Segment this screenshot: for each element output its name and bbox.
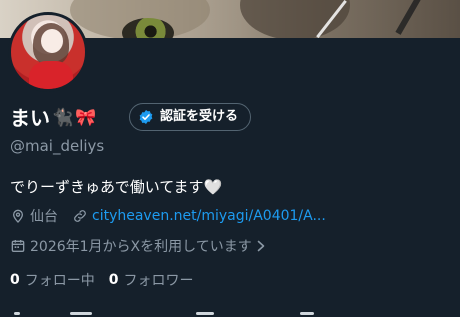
location-pin-icon [12, 209, 24, 223]
user-handle: @mai_deliys [10, 137, 105, 155]
cat-emoji-icon: 🐈‍⬛ [52, 108, 74, 128]
chevron-right-icon [257, 240, 265, 252]
following-label: フォロー中 [24, 273, 95, 289]
followers-label: フォロワー [123, 273, 194, 289]
profile-location: 仙台 [30, 209, 58, 225]
ribbon-emoji-icon: 🎀 [75, 108, 97, 128]
profile-page: まい 🐈‍⬛ 🎀 認証を受ける @mai_deliys でりーずきゅあで働いてま… [0, 0, 460, 317]
get-verified-label: 認証を受ける [160, 109, 239, 124]
avatar[interactable] [8, 12, 88, 92]
profile-website-link[interactable]: cityheaven.net/miyagi/A0401/A... [92, 208, 326, 224]
calendar-icon [11, 240, 25, 252]
followers-link[interactable]: 0 フォロワー [109, 270, 194, 290]
profile-bio: でりーずきゅあで働いてます🤍 [10, 178, 223, 196]
joined-date-text: 2026年1月からXを利用しています [30, 239, 252, 255]
banner-fur-shape-dark [240, 0, 350, 38]
follow-stats-row: 0 フォロー中 0 フォロワー [10, 270, 208, 290]
display-name-row: まい 🐈‍⬛ 🎀 [10, 104, 96, 132]
joined-date-row[interactable]: 2026年1月からXを利用しています [10, 236, 266, 256]
avatar-face [41, 29, 63, 53]
following-count: 0 [10, 272, 20, 288]
verified-badge-icon [139, 110, 153, 124]
link-icon [74, 210, 86, 222]
truncated-content-edge [0, 306, 460, 317]
avatar-dress [29, 61, 73, 89]
display-name: まい [10, 106, 50, 130]
following-link[interactable]: 0 フォロー中 [10, 270, 95, 290]
followers-count: 0 [108, 272, 119, 288]
profile-meta-row: 仙台 cityheaven.net/miyagi/A0401/A... [10, 206, 326, 226]
banner-object [395, 0, 421, 35]
get-verified-button[interactable]: 認証を受ける [129, 103, 252, 131]
